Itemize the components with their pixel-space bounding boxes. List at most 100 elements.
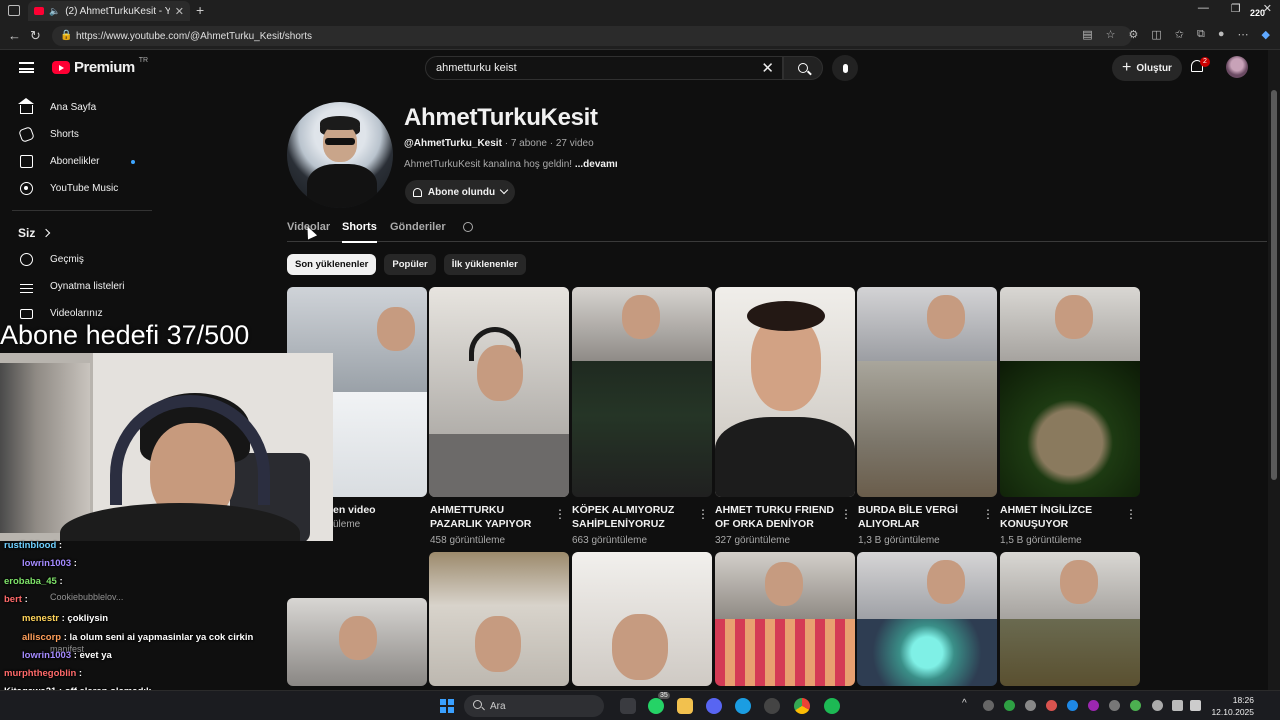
chat-username: rustinblood — [4, 540, 57, 551]
short-views: 327 görüntüleme — [715, 535, 791, 546]
spotify-icon[interactable] — [824, 698, 840, 714]
tray-app-icon[interactable] — [1067, 700, 1078, 711]
short-title[interactable]: BURDA BİLE VERGİ ALIYORLAR — [858, 503, 978, 531]
sidebar-item-playlists[interactable]: Oynatma listeleri — [0, 273, 160, 300]
search-input[interactable]: ahmetturku keist ✕ — [425, 56, 783, 80]
short-title[interactable]: AHMET İNGİLİZCE KONUŞUYOR — [1000, 503, 1120, 531]
chip-popular[interactable]: Popüler — [384, 254, 436, 275]
short-thumbnail[interactable] — [429, 552, 569, 686]
tray-app-icon[interactable] — [1130, 700, 1141, 711]
sidebar-item-label: YouTube Music — [50, 183, 119, 194]
more-menu-icon[interactable]: ⋯ — [1238, 28, 1249, 41]
minimize-icon[interactable]: — — [1198, 2, 1209, 15]
taskbar-clock[interactable]: 18:26 12.10.2025 — [1208, 694, 1254, 718]
file-explorer-icon[interactable] — [677, 698, 693, 714]
search-button[interactable] — [783, 56, 823, 80]
mute-icon[interactable]: 🔈 — [49, 6, 60, 17]
tab-actions-icon[interactable] — [8, 5, 20, 16]
back-icon[interactable]: ← — [8, 28, 21, 43]
favorite-star-icon[interactable]: ☆ — [1106, 28, 1116, 41]
maximize-icon[interactable]: ❐ — [1231, 2, 1241, 15]
chip-oldest[interactable]: İlk yüklenenler — [443, 254, 526, 275]
close-tab-icon[interactable]: ✕ — [175, 5, 184, 18]
tray-app-icon[interactable] — [1004, 700, 1015, 711]
sidebar-item-shorts[interactable]: Shorts — [0, 121, 160, 148]
short-thumbnail[interactable] — [857, 287, 997, 497]
copilot-icon[interactable]: ◆ — [1262, 28, 1270, 41]
country-code: TR — [138, 57, 149, 64]
tray-app-icon[interactable] — [1088, 700, 1099, 711]
account-avatar[interactable] — [1226, 56, 1248, 78]
short-thumbnail[interactable] — [1000, 287, 1140, 497]
short-thumbnail[interactable] — [1000, 552, 1140, 686]
split-screen-icon[interactable]: ◫ — [1151, 28, 1161, 41]
sidebar-item-home[interactable]: Ana Sayfa — [0, 94, 160, 121]
discord-icon[interactable] — [706, 698, 722, 714]
guide-menu-icon[interactable] — [19, 62, 34, 73]
clear-search-icon[interactable]: ✕ — [761, 59, 774, 77]
profile-icon[interactable]: ● — [1218, 28, 1225, 41]
tray-app-icon[interactable] — [1109, 700, 1120, 711]
tray-app-icon[interactable] — [1046, 700, 1057, 711]
more-link[interactable]: ...devamı — [575, 159, 618, 170]
subscribed-button[interactable]: Abone olundu — [405, 180, 515, 204]
tray-chevron-icon[interactable]: ^ — [962, 698, 967, 709]
channel-search-icon[interactable] — [463, 222, 473, 232]
short-thumbnail[interactable] — [715, 287, 855, 497]
channel-avatar[interactable] — [287, 102, 393, 208]
browser-tabbar: 🔈 (2) AhmetTurkuKesit - YouTube ✕ + — ❐ … — [0, 0, 1280, 22]
more-actions-icon[interactable] — [982, 507, 994, 521]
tray-app-icon[interactable] — [1025, 700, 1036, 711]
short-thumbnail[interactable] — [857, 552, 997, 686]
task-view-icon[interactable] — [620, 698, 636, 714]
microphone-tray-icon[interactable] — [1152, 700, 1163, 711]
network-icon[interactable] — [1172, 700, 1183, 711]
windows-start-icon[interactable] — [440, 699, 454, 713]
browser-tab[interactable]: 🔈 (2) AhmetTurkuKesit - YouTube ✕ — [28, 1, 190, 21]
tab-shorts[interactable]: Shorts — [342, 221, 377, 243]
url-field[interactable]: 🔒 https://www.youtube.com/@AhmetTurku_Ke… — [52, 26, 1132, 46]
short-thumbnail[interactable] — [572, 287, 712, 497]
chip-latest[interactable]: Son yüklenenler — [287, 254, 377, 275]
favorites-icon[interactable]: ✩ — [1175, 28, 1184, 41]
short-thumbnail[interactable] — [572, 552, 712, 686]
sidebar-item-subscriptions[interactable]: Abonelikler — [0, 148, 160, 175]
volume-icon[interactable] — [1190, 700, 1201, 711]
channel-meta: @AhmetTurku_Kesit · 7 abone · 27 video — [404, 138, 594, 149]
reader-icon[interactable]: ▤ — [1082, 28, 1092, 41]
thumb-body — [429, 434, 569, 497]
more-actions-icon[interactable] — [554, 507, 566, 521]
channel-description[interactable]: AhmetTurkuKesit kanalına hoş geldin! ...… — [404, 159, 618, 170]
more-actions-icon[interactable] — [840, 507, 852, 521]
sidebar-you-heading[interactable]: Siz — [0, 219, 160, 246]
sidebar-item-label: Videolarınız — [50, 308, 103, 319]
short-title[interactable]: AHMETTURKU PAZARLIK YAPIYOR — [430, 503, 550, 531]
short-thumbnail[interactable] — [715, 552, 855, 686]
short-thumbnail[interactable] — [429, 287, 569, 497]
edge-icon[interactable] — [735, 698, 751, 714]
create-button[interactable]: + Oluştur — [1112, 55, 1182, 81]
sidebar-item-music[interactable]: YouTube Music — [0, 175, 160, 202]
short-title[interactable]: AHMET TURKU FRIEND OF ORKA DENİYOR — [715, 503, 835, 531]
whatsapp-icon[interactable] — [648, 698, 664, 714]
voice-search-button[interactable] — [832, 55, 858, 81]
new-tab-button[interactable]: + — [196, 2, 204, 18]
more-actions-icon[interactable] — [697, 507, 709, 521]
avatar-body — [307, 164, 377, 208]
thumb-screen — [572, 360, 712, 497]
extensions-icon[interactable]: ⚙ — [1129, 28, 1139, 41]
tab-posts[interactable]: Gönderiler — [390, 221, 446, 233]
github-icon[interactable] — [764, 698, 780, 714]
tray-app-icon[interactable] — [983, 700, 994, 711]
collections-icon[interactable]: ⧉ — [1197, 28, 1205, 41]
reload-icon[interactable]: ↻ — [30, 28, 41, 44]
short-title[interactable]: KÖPEK ALMIYORUZ SAHİPLENİYORUZ — [572, 503, 692, 531]
chrome-icon[interactable] — [794, 698, 810, 714]
chat-colon: : — [21, 594, 28, 605]
more-actions-icon[interactable] — [1125, 507, 1137, 521]
sidebar-item-history[interactable]: Geçmiş — [0, 246, 160, 273]
page-scrollbar[interactable] — [1268, 50, 1280, 690]
youtube-logo[interactable]: Premium TR — [52, 57, 149, 76]
scrollbar-thumb[interactable] — [1271, 90, 1277, 480]
taskbar-search[interactable]: Ara — [464, 695, 604, 717]
